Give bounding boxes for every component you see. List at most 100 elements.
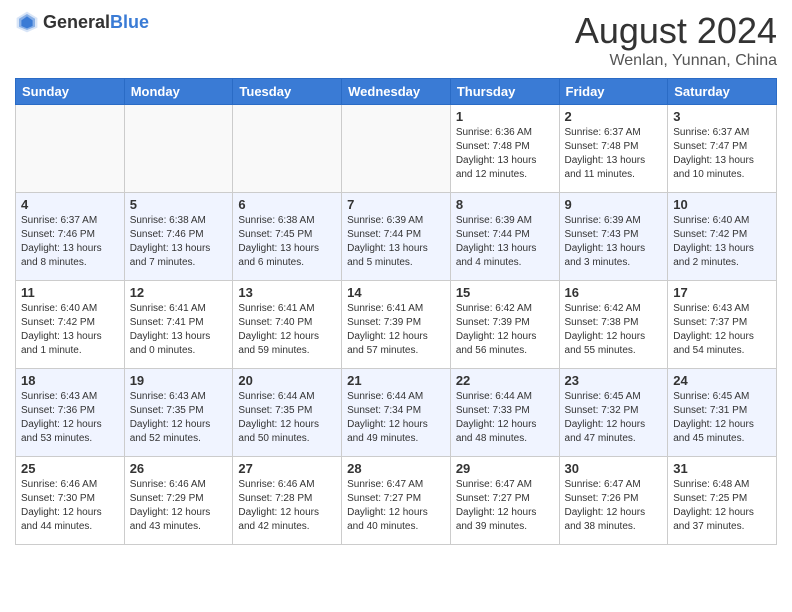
location: Wenlan, Yunnan, China [575,52,777,70]
table-row: 17 Sunrise: 6:43 AM Sunset: 7:37 PM Dayli… [668,281,777,369]
calendar-week-row: 25Sunrise: 6:46 AM Sunset: 7:30 PM Dayli… [16,457,777,545]
day-number: 8 [456,197,554,212]
table-row: 18Sunrise: 6:43 AM Sunset: 7:36 PM Dayli… [16,369,125,457]
header-saturday: Saturday [668,79,777,105]
table-row [233,105,342,193]
table-row: 13 Sunrise: 6:41 AM Sunset: 7:40 PM Dayli… [233,281,342,369]
day-info: Sunrise: 6:47 AM Sunset: 7:26 PM Dayligh… [565,478,663,534]
day-number: 2 [565,109,663,124]
day-number: 12 [130,285,228,300]
day-info: Sunrise: 6:38 AM Sunset: 7:45 PM Dayligh… [238,214,336,270]
day-number: 13 [238,285,336,300]
table-row: 30Sunrise: 6:47 AM Sunset: 7:26 PM Dayli… [559,457,668,545]
table-row: 1 Sunrise: 6:36 AM Sunset: 7:48 PM Daylig… [450,105,559,193]
calendar-week-row: 18Sunrise: 6:43 AM Sunset: 7:36 PM Dayli… [16,369,777,457]
header-friday: Friday [559,79,668,105]
table-row: 9Sunrise: 6:39 AM Sunset: 7:43 PM Daylig… [559,193,668,281]
header-wednesday: Wednesday [342,79,451,105]
day-number: 7 [347,197,445,212]
table-row: 3Sunrise: 6:37 AM Sunset: 7:47 PM Daylig… [668,105,777,193]
table-row: 12 Sunrise: 6:41 AM Sunset: 7:41 PM Dayli… [124,281,233,369]
day-info: Sunrise: 6:41 AM Sunset: 7:41 PM Dayligh… [130,302,228,358]
table-row: 27Sunrise: 6:46 AM Sunset: 7:28 PM Dayli… [233,457,342,545]
table-row: 10Sunrise: 6:40 AM Sunset: 7:42 PM Dayli… [668,193,777,281]
table-row: 6 Sunrise: 6:38 AM Sunset: 7:45 PM Daylig… [233,193,342,281]
table-row: 20Sunrise: 6:44 AM Sunset: 7:35 PM Dayli… [233,369,342,457]
day-number: 6 [238,197,336,212]
day-info: Sunrise: 6:43 AM Sunset: 7:35 PM Dayligh… [130,390,228,446]
day-number: 9 [565,197,663,212]
day-number: 21 [347,373,445,388]
table-row: 21Sunrise: 6:44 AM Sunset: 7:34 PM Dayli… [342,369,451,457]
day-info: Sunrise: 6:48 AM Sunset: 7:25 PM Dayligh… [673,478,771,534]
day-info: Sunrise: 6:36 AM Sunset: 7:48 PM Dayligh… [456,126,554,182]
table-row: 31 Sunrise: 6:48 AM Sunset: 7:25 PM Dayli… [668,457,777,545]
calendar-body: 1 Sunrise: 6:36 AM Sunset: 7:48 PM Daylig… [16,105,777,545]
table-row: 22 Sunrise: 6:44 AM Sunset: 7:33 PM Dayli… [450,369,559,457]
table-row: 5Sunrise: 6:38 AM Sunset: 7:46 PM Daylig… [124,193,233,281]
day-number: 31 [673,461,771,476]
day-number: 20 [238,373,336,388]
day-info: Sunrise: 6:45 AM Sunset: 7:32 PM Dayligh… [565,390,663,446]
table-row: 14 Sunrise: 6:41 AM Sunset: 7:39 PM Dayli… [342,281,451,369]
header-thursday: Thursday [450,79,559,105]
day-number: 16 [565,285,663,300]
day-info: Sunrise: 6:43 AM Sunset: 7:37 PM Dayligh… [673,302,771,358]
table-row: 19 Sunrise: 6:43 AM Sunset: 7:35 PM Dayli… [124,369,233,457]
day-info: Sunrise: 6:39 AM Sunset: 7:44 PM Dayligh… [347,214,445,270]
table-row: 7 Sunrise: 6:39 AM Sunset: 7:44 PM Daylig… [342,193,451,281]
day-info: Sunrise: 6:43 AM Sunset: 7:36 PM Dayligh… [21,390,119,446]
table-row: 4 Sunrise: 6:37 AM Sunset: 7:46 PM Daylig… [16,193,125,281]
table-row: 23 Sunrise: 6:45 AM Sunset: 7:32 PM Dayli… [559,369,668,457]
day-number: 1 [456,109,554,124]
day-info: Sunrise: 6:41 AM Sunset: 7:39 PM Dayligh… [347,302,445,358]
table-row: 26 Sunrise: 6:46 AM Sunset: 7:29 PM Dayli… [124,457,233,545]
table-row: 25Sunrise: 6:46 AM Sunset: 7:30 PM Dayli… [16,457,125,545]
calendar-week-row: 11 Sunrise: 6:40 AM Sunset: 7:42 PM Dayli… [16,281,777,369]
day-info: Sunrise: 6:37 AM Sunset: 7:46 PM Dayligh… [21,214,119,270]
month-year: August 2024 [575,10,777,52]
day-number: 11 [21,285,119,300]
calendar-week-row: 4 Sunrise: 6:37 AM Sunset: 7:46 PM Daylig… [16,193,777,281]
day-number: 24 [673,373,771,388]
day-number: 17 [673,285,771,300]
day-number: 27 [238,461,336,476]
table-row: 8Sunrise: 6:39 AM Sunset: 7:44 PM Daylig… [450,193,559,281]
day-number: 29 [456,461,554,476]
calendar-week-row: 1 Sunrise: 6:36 AM Sunset: 7:48 PM Daylig… [16,105,777,193]
day-info: Sunrise: 6:47 AM Sunset: 7:27 PM Dayligh… [347,478,445,534]
day-number: 19 [130,373,228,388]
logo-general: General [43,12,110,32]
day-number: 14 [347,285,445,300]
day-number: 5 [130,197,228,212]
header-monday: Monday [124,79,233,105]
table-row: 2 Sunrise: 6:37 AM Sunset: 7:48 PM Daylig… [559,105,668,193]
table-row: 29 Sunrise: 6:47 AM Sunset: 7:27 PM Dayli… [450,457,559,545]
day-number: 23 [565,373,663,388]
day-info: Sunrise: 6:47 AM Sunset: 7:27 PM Dayligh… [456,478,554,534]
day-info: Sunrise: 6:46 AM Sunset: 7:29 PM Dayligh… [130,478,228,534]
logo-icon [15,10,39,34]
day-number: 22 [456,373,554,388]
table-row: 16 Sunrise: 6:42 AM Sunset: 7:38 PM Dayli… [559,281,668,369]
day-info: Sunrise: 6:42 AM Sunset: 7:38 PM Dayligh… [565,302,663,358]
calendar-header-row: Sunday Monday Tuesday Wednesday Thursday… [16,79,777,105]
day-number: 25 [21,461,119,476]
table-row: 28Sunrise: 6:47 AM Sunset: 7:27 PM Dayli… [342,457,451,545]
table-row [124,105,233,193]
day-info: Sunrise: 6:41 AM Sunset: 7:40 PM Dayligh… [238,302,336,358]
day-info: Sunrise: 6:40 AM Sunset: 7:42 PM Dayligh… [21,302,119,358]
day-info: Sunrise: 6:45 AM Sunset: 7:31 PM Dayligh… [673,390,771,446]
day-number: 4 [21,197,119,212]
title-area: August 2024 Wenlan, Yunnan, China [575,10,777,70]
table-row: 11 Sunrise: 6:40 AM Sunset: 7:42 PM Dayli… [16,281,125,369]
day-info: Sunrise: 6:44 AM Sunset: 7:33 PM Dayligh… [456,390,554,446]
table-row [16,105,125,193]
day-info: Sunrise: 6:37 AM Sunset: 7:47 PM Dayligh… [673,126,771,182]
day-number: 26 [130,461,228,476]
table-row: 24 Sunrise: 6:45 AM Sunset: 7:31 PM Dayli… [668,369,777,457]
logo-blue: Blue [110,12,149,32]
day-info: Sunrise: 6:37 AM Sunset: 7:48 PM Dayligh… [565,126,663,182]
day-number: 15 [456,285,554,300]
table-row: 15Sunrise: 6:42 AM Sunset: 7:39 PM Dayli… [450,281,559,369]
